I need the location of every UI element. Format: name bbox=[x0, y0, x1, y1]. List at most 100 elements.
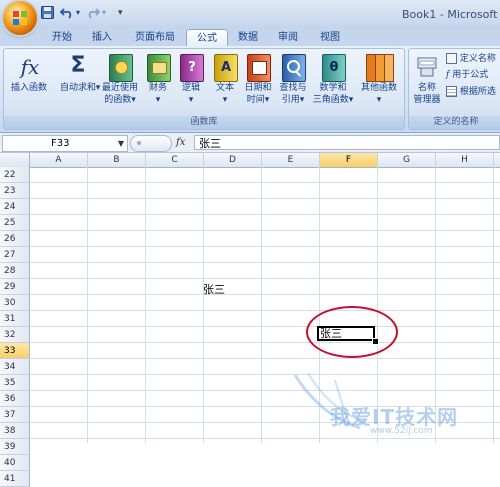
tab-data[interactable]: 数据 bbox=[230, 29, 266, 46]
row-header-32[interactable]: 32 bbox=[0, 327, 30, 343]
column-header-e[interactable]: E bbox=[262, 153, 320, 167]
create-from-selection-label: 根据所选 bbox=[459, 87, 496, 97]
tab-formulas[interactable]: 公式 bbox=[186, 29, 228, 47]
sigma-icon: Σ bbox=[70, 53, 86, 78]
row-header-23[interactable]: 23 bbox=[0, 183, 30, 199]
formula-controls: fx bbox=[130, 135, 192, 152]
row-header-30[interactable]: 30 bbox=[0, 295, 30, 311]
undo-icon[interactable] bbox=[59, 6, 74, 20]
date-time-label-line1: 日期和 bbox=[244, 83, 272, 93]
name-box-dropdown-icon[interactable]: ▼ bbox=[118, 136, 124, 151]
define-name-button[interactable]: 定义名称 bbox=[446, 53, 496, 65]
row-header-25[interactable]: 25 bbox=[0, 215, 30, 231]
row-header-37[interactable]: 37 bbox=[0, 407, 30, 423]
financial-button[interactable]: 财务 ▾ bbox=[143, 52, 173, 112]
more-functions-button[interactable]: 其他函数 ▾ bbox=[358, 52, 400, 112]
undo-dropdown-icon[interactable]: ▾ bbox=[74, 6, 82, 20]
row-header-39[interactable]: 39 bbox=[0, 439, 30, 455]
text-button[interactable]: A 文本 ▾ bbox=[210, 52, 240, 112]
row-header-40[interactable]: 40 bbox=[0, 455, 30, 471]
name-manager-button[interactable]: 名称 管理器 bbox=[410, 52, 444, 112]
tab-insert[interactable]: 插入 bbox=[84, 29, 120, 46]
autosum-button[interactable]: Σ 自动求和 ▾ bbox=[56, 52, 100, 104]
name-box[interactable]: F33 ▼ bbox=[2, 135, 128, 152]
row-header-38[interactable]: 38 bbox=[0, 423, 30, 439]
lookup-book-icon bbox=[282, 54, 306, 82]
column-header-h[interactable]: H bbox=[436, 153, 494, 167]
row-header-26[interactable]: 26 bbox=[0, 231, 30, 247]
row-header-31[interactable]: 31 bbox=[0, 311, 30, 327]
row-header-33[interactable]: 33 bbox=[0, 343, 30, 359]
redo-dropdown-icon[interactable]: ▾ bbox=[100, 6, 108, 20]
text-book-icon: A bbox=[214, 54, 238, 82]
name-manager-icon bbox=[417, 54, 437, 78]
cell-grid[interactable] bbox=[30, 167, 500, 443]
defined-names-label: 定义的名称 bbox=[409, 116, 500, 129]
use-in-formula-button[interactable]: f 用于公式 bbox=[446, 69, 488, 81]
office-logo-icon bbox=[13, 11, 27, 25]
redo-icon[interactable] bbox=[86, 6, 101, 20]
window-title: Book1 - Microsoft Ex bbox=[402, 8, 500, 21]
recently-used-label-line2: 的函数▾ bbox=[104, 95, 136, 105]
create-from-selection-icon bbox=[446, 86, 457, 97]
insert-function-button[interactable]: fx 插入函数 bbox=[8, 52, 50, 104]
row-header-24[interactable]: 24 bbox=[0, 199, 30, 215]
more-functions-dropdown-icon: ▾ bbox=[376, 95, 382, 105]
column-header-a[interactable]: A bbox=[30, 153, 88, 167]
function-library-label: 函数库 bbox=[4, 116, 404, 129]
financial-book-icon bbox=[147, 54, 171, 82]
name-box-value: F33 bbox=[51, 138, 70, 149]
recently-used-button[interactable]: 最近使用 的函数▾ bbox=[98, 52, 142, 112]
date-time-label-line2: 时间▾ bbox=[246, 95, 270, 105]
row-header-28[interactable]: 28 bbox=[0, 263, 30, 279]
office-button[interactable] bbox=[3, 1, 37, 35]
tab-home[interactable]: 开始 bbox=[44, 29, 80, 46]
row-header-36[interactable]: 36 bbox=[0, 391, 30, 407]
tab-review[interactable]: 审阅 bbox=[270, 29, 306, 46]
formula-grip[interactable] bbox=[130, 135, 172, 152]
save-icon[interactable] bbox=[40, 6, 54, 20]
row-header-22[interactable]: 22 bbox=[0, 167, 30, 183]
column-header-d[interactable]: D bbox=[204, 153, 262, 167]
lookup-reference-button[interactable]: 查找与 引用▾ bbox=[276, 52, 310, 112]
name-manager-label-line1: 名称 bbox=[417, 83, 436, 93]
customize-toolbar-icon[interactable]: ▾ bbox=[118, 8, 126, 18]
highlight-ellipse bbox=[306, 306, 398, 358]
column-header-f[interactable]: F bbox=[320, 153, 378, 167]
row-header-29[interactable]: 29 bbox=[0, 279, 30, 295]
row-header-34[interactable]: 34 bbox=[0, 359, 30, 375]
math-label-line2: 三角函数▾ bbox=[312, 95, 354, 105]
cell-d30[interactable]: 张三 bbox=[203, 282, 225, 298]
math-trig-button[interactable]: θ 数学和 三角函数▾ bbox=[310, 52, 356, 112]
insert-function-fx-icon[interactable]: fx bbox=[176, 135, 190, 150]
logical-book-icon: ? bbox=[180, 54, 204, 82]
define-name-label: 定义名称 bbox=[459, 54, 496, 64]
math-label-line1: 数学和 bbox=[319, 83, 347, 93]
column-header-g[interactable]: G bbox=[378, 153, 436, 167]
column-header-c[interactable]: C bbox=[146, 153, 204, 167]
financial-dropdown-icon: ▾ bbox=[155, 95, 161, 105]
formula-input[interactable]: 张三 bbox=[194, 135, 500, 150]
insert-function-label: 插入函数 bbox=[10, 83, 47, 93]
text-dropdown-icon: ▾ bbox=[222, 95, 228, 105]
recently-used-label-line1: 最近使用 bbox=[101, 83, 138, 93]
financial-label: 财务 bbox=[148, 83, 167, 93]
create-from-selection-button[interactable]: 根据所选 bbox=[446, 86, 496, 98]
logical-button[interactable]: ? 逻辑 ▾ bbox=[176, 52, 206, 112]
row-header-41[interactable]: 41 bbox=[0, 471, 30, 487]
function-icon: fx bbox=[20, 55, 40, 79]
tab-view[interactable]: 视图 bbox=[312, 29, 348, 46]
select-all-corner[interactable] bbox=[0, 153, 30, 167]
use-in-formula-label: 用于公式 bbox=[452, 70, 489, 80]
date-time-book-icon bbox=[247, 54, 271, 82]
define-name-icon bbox=[446, 53, 457, 64]
recent-book-icon bbox=[109, 54, 133, 82]
logical-label: 逻辑 bbox=[181, 83, 200, 93]
row-header-27[interactable]: 27 bbox=[0, 247, 30, 263]
row-header-35[interactable]: 35 bbox=[0, 375, 30, 391]
lookup-label-line1: 查找与 bbox=[279, 83, 307, 93]
date-time-button[interactable]: 日期和 时间▾ bbox=[240, 52, 276, 112]
more-functions-label: 其他函数 bbox=[360, 83, 397, 93]
column-header-b[interactable]: B bbox=[88, 153, 146, 167]
tab-page-layout[interactable]: 页面布局 bbox=[126, 29, 184, 46]
